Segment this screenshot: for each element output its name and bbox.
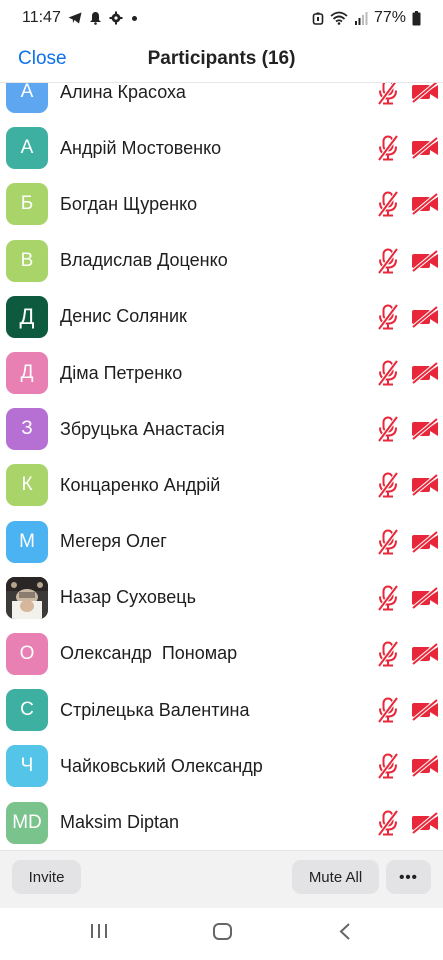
participant-row[interactable]: К Концаренко Андрій — [0, 457, 443, 513]
participant-row[interactable]: Д Денис Соляник — [0, 289, 443, 345]
video-off-icon[interactable] — [411, 305, 439, 329]
recent-apps-icon[interactable] — [89, 922, 109, 945]
notification-icon — [89, 11, 102, 25]
video-off-icon[interactable] — [411, 530, 439, 554]
mic-muted-icon[interactable] — [376, 416, 400, 443]
signal-icon — [354, 11, 368, 25]
mic-muted-icon[interactable] — [376, 359, 400, 387]
participant-name: Алина Красоха — [60, 82, 186, 102]
participant-row[interactable]: В Владислав Доценко — [0, 233, 443, 289]
gear-icon — [109, 11, 123, 25]
avatar: М — [6, 520, 48, 563]
mic-muted-icon[interactable] — [376, 584, 400, 611]
mic-muted-icon[interactable] — [376, 528, 400, 555]
mute-all-button[interactable]: Mute All — [292, 860, 379, 894]
participant-name: Maksim Diptan — [60, 812, 180, 833]
participant-name: Діма Петренко — [60, 362, 183, 383]
battery-percent: 77% — [373, 9, 406, 26]
video-off-icon[interactable] — [411, 586, 439, 610]
mic-muted-icon[interactable] — [376, 753, 400, 780]
video-off-icon[interactable] — [411, 698, 439, 722]
status-time: 11:47 — [22, 9, 61, 26]
avatar: О — [6, 632, 48, 675]
participant-row[interactable]: С Стрілецька Валентина — [0, 682, 443, 738]
avatar: Ч — [6, 745, 48, 788]
avatar: А — [6, 82, 48, 114]
alarm-icon — [312, 12, 324, 25]
close-button[interactable]: Close — [18, 48, 67, 70]
video-off-icon[interactable] — [411, 136, 439, 160]
participant-name: Андрій Мостовенко — [60, 137, 222, 158]
participant-row[interactable]: MD Maksim Diptan — [0, 794, 443, 850]
participant-row[interactable]: Д Діма Петренко — [0, 345, 443, 401]
video-off-icon[interactable] — [411, 754, 439, 778]
video-off-icon[interactable] — [411, 192, 439, 217]
video-off-icon[interactable] — [411, 810, 439, 835]
participant-row[interactable]: О Олександр Пономар — [0, 626, 443, 682]
home-icon[interactable] — [212, 922, 233, 946]
avatar: Д — [6, 352, 48, 395]
avatar: К — [6, 464, 48, 507]
avatar: Б — [6, 183, 48, 226]
bottom-toolbar: Invite Mute All ••• — [0, 850, 443, 908]
invite-button[interactable]: Invite — [12, 860, 81, 894]
mic-muted-icon[interactable] — [376, 696, 400, 724]
avatar-photo — [6, 576, 48, 619]
video-off-icon[interactable] — [411, 642, 439, 666]
avatar: MD — [6, 801, 48, 844]
participants-header: Close Participants (16) — [0, 36, 443, 83]
participant-name: Богдан Щуренко — [60, 193, 198, 214]
participant-name: Чайковський Олександр — [60, 755, 263, 776]
video-off-icon[interactable] — [411, 417, 439, 441]
mic-muted-icon[interactable] — [376, 303, 400, 331]
system-nav-bar — [0, 908, 443, 960]
participant-name: Стрілецька Валентина — [60, 699, 250, 720]
mic-muted-icon[interactable] — [376, 82, 400, 106]
participant-name: Мегеря Олег — [60, 531, 167, 552]
mic-muted-icon[interactable] — [376, 640, 400, 668]
mic-muted-icon[interactable] — [376, 135, 400, 162]
status-bar: 11:47 77% — [0, 0, 443, 36]
participant-list[interactable]: А Алина Красоха А Андрій Мостовенко Б Богдан … — [0, 82, 443, 850]
avatar: З — [6, 408, 48, 451]
participant-row[interactable]: Ч Чайковський Олександр — [0, 738, 443, 794]
status-left: 11:47 — [22, 9, 137, 27]
participant-name: Концаренко Андрій — [60, 474, 221, 495]
avatar: А — [6, 127, 48, 170]
dot-icon — [131, 15, 137, 21]
status-right: 77% — [312, 9, 421, 27]
participant-row[interactable]: А Алина Красоха — [0, 82, 443, 120]
participant-row[interactable]: А Андрій Мостовенко — [0, 120, 443, 176]
wifi-icon — [330, 11, 348, 25]
mic-muted-icon[interactable] — [376, 472, 400, 499]
avatar: В — [6, 239, 48, 282]
mic-muted-icon[interactable] — [376, 809, 400, 836]
more-options-button[interactable]: ••• — [386, 860, 431, 894]
participant-name: Олександр Пономар — [60, 643, 238, 664]
video-off-icon[interactable] — [411, 473, 439, 497]
participant-row[interactable]: З Збруцька Анастасія — [0, 401, 443, 457]
participant-name: Денис Соляник — [60, 306, 187, 327]
telegram-icon — [68, 12, 82, 24]
participant-name: Назар Суховець — [60, 587, 196, 608]
participant-row[interactable]: М Мегеря Олег — [0, 514, 443, 570]
participant-name: Збруцька Анастасія — [60, 418, 225, 439]
participant-row[interactable]: Назар Суховець — [0, 570, 443, 626]
video-off-icon[interactable] — [411, 361, 439, 385]
avatar: С — [6, 689, 48, 732]
participant-name: Владислав Доценко — [60, 250, 228, 271]
participant-list-inner: А Алина Красоха А Андрій Мостовенко Б Богдан … — [0, 82, 443, 850]
mic-muted-icon[interactable] — [376, 191, 400, 218]
back-icon[interactable] — [338, 922, 352, 946]
battery-icon — [412, 10, 421, 26]
participant-row[interactable]: Б Богдан Щуренко — [0, 176, 443, 232]
video-off-icon[interactable] — [411, 82, 439, 104]
avatar: Д — [6, 295, 48, 338]
video-off-icon[interactable] — [411, 249, 439, 273]
mic-muted-icon[interactable] — [376, 247, 400, 274]
